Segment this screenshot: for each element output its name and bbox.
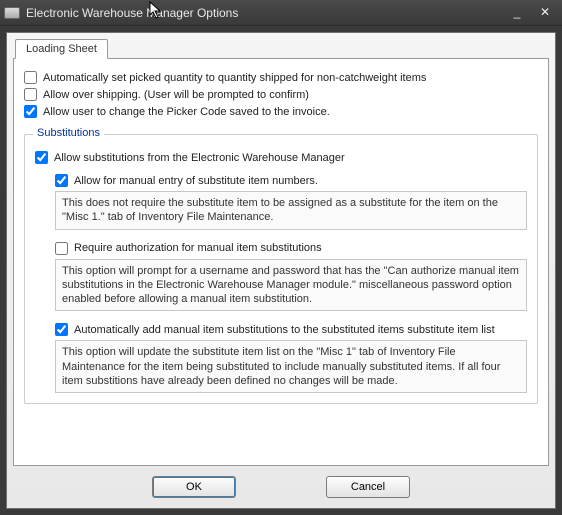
substitutions-group: Substitutions Allow substitutions from t… (24, 134, 538, 404)
options-window: Electronic Warehouse Manager Options _ ✕… (0, 0, 562, 515)
manual-entry-desc: This does not require the substitute ite… (55, 191, 527, 230)
check-auto-qty[interactable]: Automatically set picked quantity to qua… (24, 71, 538, 84)
auto-add-desc: This option will update the substitute i… (55, 340, 527, 393)
check-auto-add[interactable]: Automatically add manual item substituti… (55, 323, 527, 336)
check-auto-qty-label: Automatically set picked quantity to qua… (43, 72, 426, 84)
substitutions-legend: Substitutions (33, 127, 104, 139)
check-allow-subs[interactable]: Allow substitutions from the Electronic … (35, 151, 527, 164)
minimize-button[interactable]: _ (504, 4, 530, 22)
check-picker-code-label: Allow user to change the Picker Code sav… (43, 106, 330, 118)
check-manual-entry-box[interactable] (55, 174, 68, 187)
check-over-ship-box[interactable] (24, 88, 37, 101)
check-require-auth-box[interactable] (55, 242, 68, 255)
check-auto-add-box[interactable] (55, 323, 68, 336)
check-picker-code[interactable]: Allow user to change the Picker Code sav… (24, 105, 538, 118)
titlebar[interactable]: Electronic Warehouse Manager Options _ ✕ (0, 0, 562, 26)
check-allow-subs-label: Allow substitutions from the Electronic … (54, 152, 345, 164)
check-require-auth-label: Require authorization for manual item su… (74, 242, 322, 254)
check-manual-entry[interactable]: Allow for manual entry of substitute ite… (55, 174, 527, 187)
close-button[interactable]: ✕ (532, 4, 558, 22)
app-icon (4, 7, 20, 19)
tab-page: Automatically set picked quantity to qua… (13, 58, 549, 466)
ok-button[interactable]: OK (152, 476, 236, 498)
buttonbar: OK Cancel (13, 466, 549, 498)
tab-loading-sheet[interactable]: Loading Sheet (15, 39, 108, 59)
check-auto-qty-box[interactable] (24, 71, 37, 84)
check-allow-subs-box[interactable] (35, 151, 48, 164)
check-over-ship-label: Allow over shipping. (User will be promp… (43, 89, 309, 101)
require-auth-desc: This option will prompt for a username a… (55, 259, 527, 312)
client-area: Loading Sheet Automatically set picked q… (6, 32, 556, 509)
check-auto-add-label: Automatically add manual item substituti… (74, 324, 495, 336)
cancel-button[interactable]: Cancel (326, 476, 410, 498)
check-picker-code-box[interactable] (24, 105, 37, 118)
window-title: Electronic Warehouse Manager Options (26, 6, 502, 20)
tabstrip: Loading Sheet (13, 39, 549, 59)
check-manual-entry-label: Allow for manual entry of substitute ite… (74, 175, 318, 187)
check-over-ship[interactable]: Allow over shipping. (User will be promp… (24, 88, 538, 101)
check-require-auth[interactable]: Require authorization for manual item su… (55, 242, 527, 255)
